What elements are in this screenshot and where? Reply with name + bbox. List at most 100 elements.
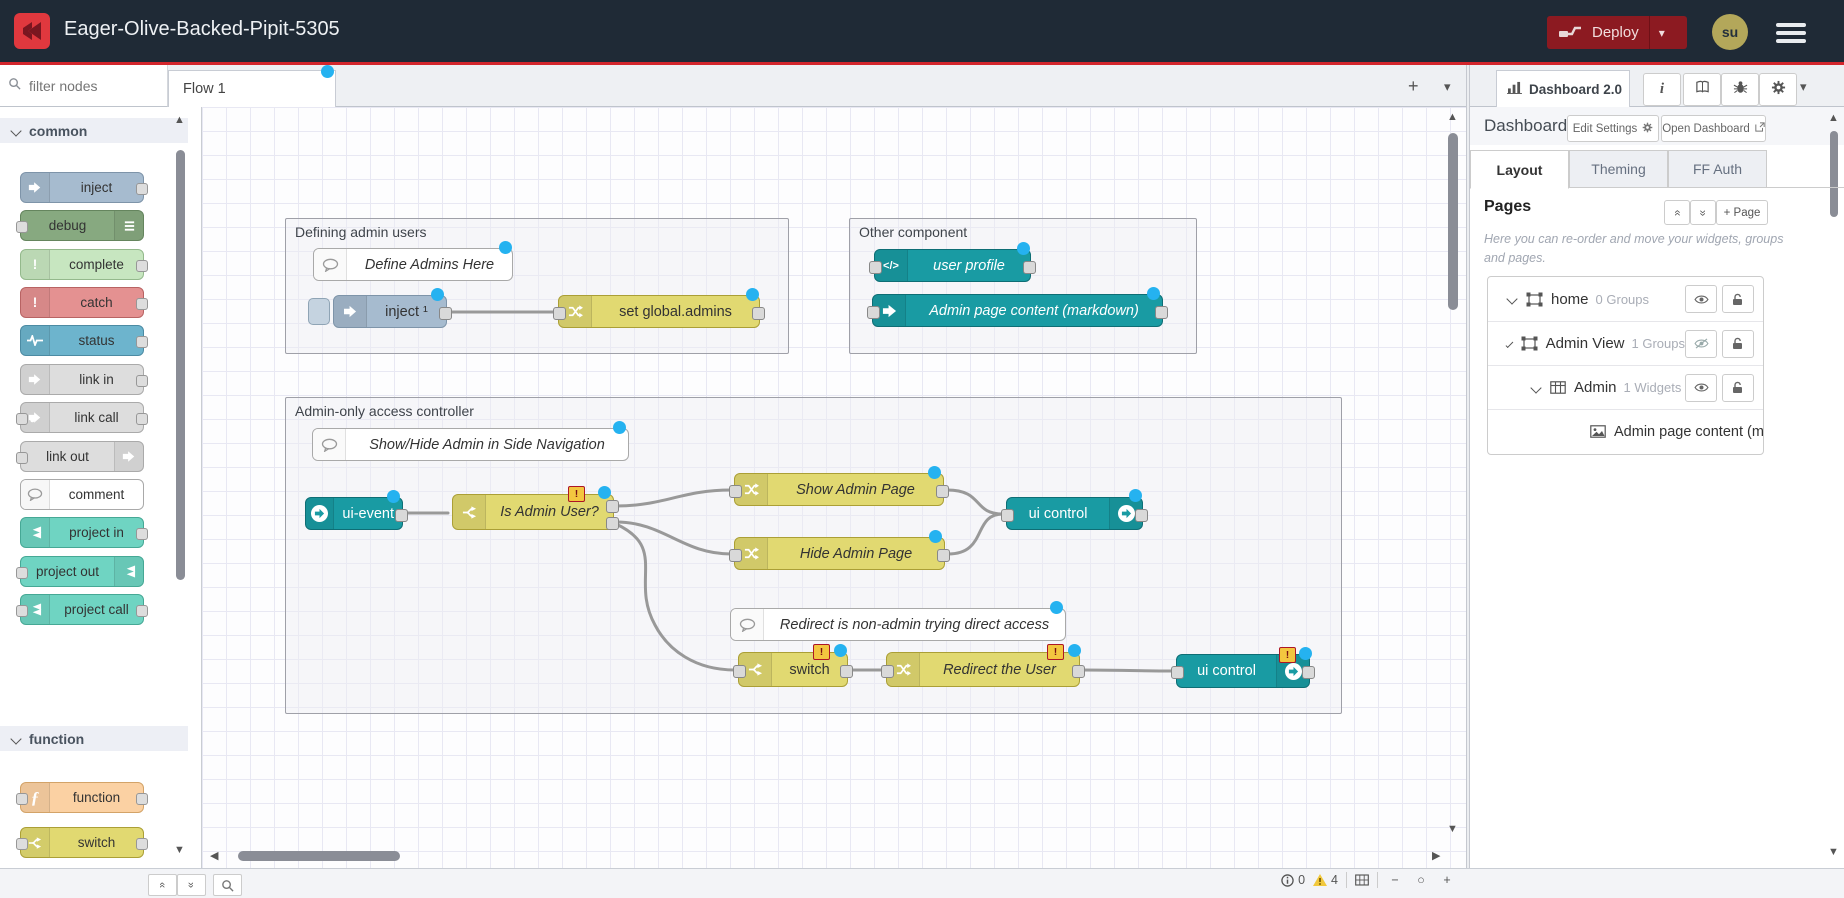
group-defining-admin-users[interactable]: Defining admin users (285, 218, 789, 354)
output-port[interactable] (1072, 665, 1085, 678)
flow-list-caret-icon[interactable]: ▾ (1444, 80, 1451, 93)
palette-node-project-out[interactable]: project out (20, 556, 144, 587)
group-other-component[interactable]: Other component (849, 218, 1197, 354)
tree-row-admin-view[interactable]: Admin View 1 Groups (1488, 321, 1763, 365)
input-port[interactable] (881, 665, 894, 678)
output-port[interactable] (1302, 666, 1315, 679)
palette-node-project-in[interactable]: project in (20, 517, 144, 548)
input-port[interactable] (867, 306, 880, 319)
input-port[interactable] (16, 221, 28, 233)
search-flows-button[interactable] (213, 874, 242, 896)
node-admin-page-content[interactable]: Admin page content (markdown) (872, 294, 1163, 327)
input-port[interactable] (16, 605, 28, 617)
canvas-vertical-scrollbar-thumb[interactable] (1448, 133, 1458, 310)
palette-node-link-in[interactable]: link in (20, 364, 144, 395)
main-menu-button[interactable] (1776, 19, 1806, 47)
deploy-caret-icon[interactable]: ▾ (1659, 26, 1665, 40)
output-port[interactable] (1023, 261, 1036, 274)
output-port[interactable] (136, 793, 148, 805)
node-ui-event[interactable]: ui-event (305, 497, 403, 530)
palette-filter-input[interactable] (27, 77, 151, 95)
canvas-scroll-down-icon[interactable]: ▼ (1447, 824, 1458, 835)
input-port[interactable] (729, 485, 742, 498)
output-port[interactable] (136, 605, 148, 617)
palette-node-function[interactable]: ƒ function (20, 782, 144, 813)
output-port[interactable] (136, 413, 148, 425)
palette-node-link-out[interactable]: link out (20, 441, 144, 472)
input-port[interactable] (733, 665, 746, 678)
input-port[interactable] (16, 413, 28, 425)
palette-category-function[interactable]: function (0, 726, 188, 751)
expand-all-button[interactable]: « (1690, 200, 1716, 225)
chevron-down-icon[interactable] (1530, 382, 1541, 393)
output-port[interactable] (1155, 306, 1168, 319)
inject-trigger-button[interactable] (308, 298, 330, 325)
output-port[interactable] (136, 183, 148, 195)
output-port[interactable] (1135, 509, 1148, 522)
input-port[interactable] (869, 261, 882, 274)
node-comment-show-hide-admin[interactable]: Show/Hide Admin in Side Navigation (312, 428, 629, 461)
node-redirect-the-user[interactable]: Redirect the User ! (886, 652, 1080, 687)
output-port[interactable] (937, 549, 950, 562)
lock-button[interactable] (1722, 374, 1754, 402)
node-hide-admin-page[interactable]: Hide Admin Page (734, 537, 945, 570)
canvas-scroll-up-icon[interactable]: ▲ (1447, 112, 1458, 123)
node-ui-control-1[interactable]: ui control (1006, 497, 1143, 530)
node-is-admin-user[interactable]: Is Admin User? ! (452, 494, 614, 530)
navigator-button[interactable] (1355, 874, 1369, 886)
input-port[interactable] (729, 549, 742, 562)
input-port[interactable] (16, 452, 28, 464)
palette-scrollbar-thumb[interactable] (176, 150, 185, 580)
visibility-button[interactable] (1685, 374, 1717, 402)
tab-ff-auth[interactable]: FF Auth (1668, 150, 1767, 188)
open-dashboard-button[interactable]: Open Dashboard (1661, 115, 1766, 142)
palette-filter[interactable] (0, 65, 168, 107)
warning-counter[interactable]: 4 (1313, 873, 1338, 887)
info-sidebar-button[interactable]: i (1643, 73, 1681, 106)
zoom-in-button[interactable]: + (1438, 873, 1456, 887)
input-port[interactable] (1171, 666, 1184, 679)
sidebar-tabs-caret-icon[interactable]: ▾ (1800, 80, 1807, 93)
output-port[interactable] (439, 307, 452, 320)
palette-node-catch[interactable]: ! catch (20, 287, 144, 318)
visibility-button[interactable] (1685, 330, 1717, 358)
tab-theming[interactable]: Theming (1569, 150, 1668, 188)
palette-node-switch[interactable]: switch (20, 827, 144, 858)
output-port[interactable] (136, 336, 148, 348)
user-avatar[interactable]: su (1712, 14, 1748, 50)
zoom-out-button[interactable]: − (1386, 873, 1404, 887)
palette-node-inject[interactable]: inject (20, 172, 144, 203)
input-port[interactable] (16, 793, 28, 805)
help-sidebar-button[interactable] (1683, 73, 1721, 106)
sidebar-scroll-down-icon[interactable]: ▼ (1828, 847, 1839, 858)
tree-row-home[interactable]: home 0 Groups (1488, 277, 1763, 321)
tab-dashboard-2[interactable]: Dashboard 2.0 (1496, 70, 1630, 107)
canvas-scroll-left-icon[interactable]: ◀ (210, 851, 218, 862)
input-port[interactable] (16, 838, 28, 850)
palette-node-project-call[interactable]: project call (20, 594, 144, 625)
node-set-global-admins[interactable]: set global.admins (558, 295, 760, 328)
lock-button[interactable] (1722, 285, 1754, 313)
palette-node-link-call[interactable]: link call (20, 402, 144, 433)
palette-node-comment[interactable]: comment (20, 479, 144, 510)
palette-expand-button[interactable]: « (177, 874, 206, 896)
output-port[interactable] (936, 485, 949, 498)
input-port[interactable] (553, 307, 566, 320)
tree-row-admin-page-widget[interactable]: Admin page content (m... (1488, 409, 1763, 453)
input-port[interactable] (16, 567, 28, 579)
deploy-button[interactable]: Deploy ▾ (1547, 16, 1687, 49)
add-page-button[interactable]: + Page (1716, 200, 1768, 225)
palette-node-status[interactable]: status (20, 325, 144, 356)
palette-node-debug[interactable]: debug (20, 210, 144, 241)
chevron-down-icon[interactable] (1506, 340, 1513, 347)
visibility-button[interactable] (1685, 285, 1717, 313)
palette-node-complete[interactable]: ! complete (20, 249, 144, 280)
tab-flow-1[interactable]: Flow 1 (168, 70, 336, 107)
sidebar-scroll-up-icon[interactable]: ▲ (1828, 113, 1839, 124)
tree-row-admin-group[interactable]: Admin 1 Widgets (1488, 365, 1763, 409)
input-port[interactable] (1001, 509, 1014, 522)
output-port[interactable] (840, 665, 853, 678)
lock-button[interactable] (1722, 330, 1754, 358)
node-switch[interactable]: switch ! (738, 652, 848, 687)
node-user-profile[interactable]: </> user profile (874, 249, 1031, 282)
